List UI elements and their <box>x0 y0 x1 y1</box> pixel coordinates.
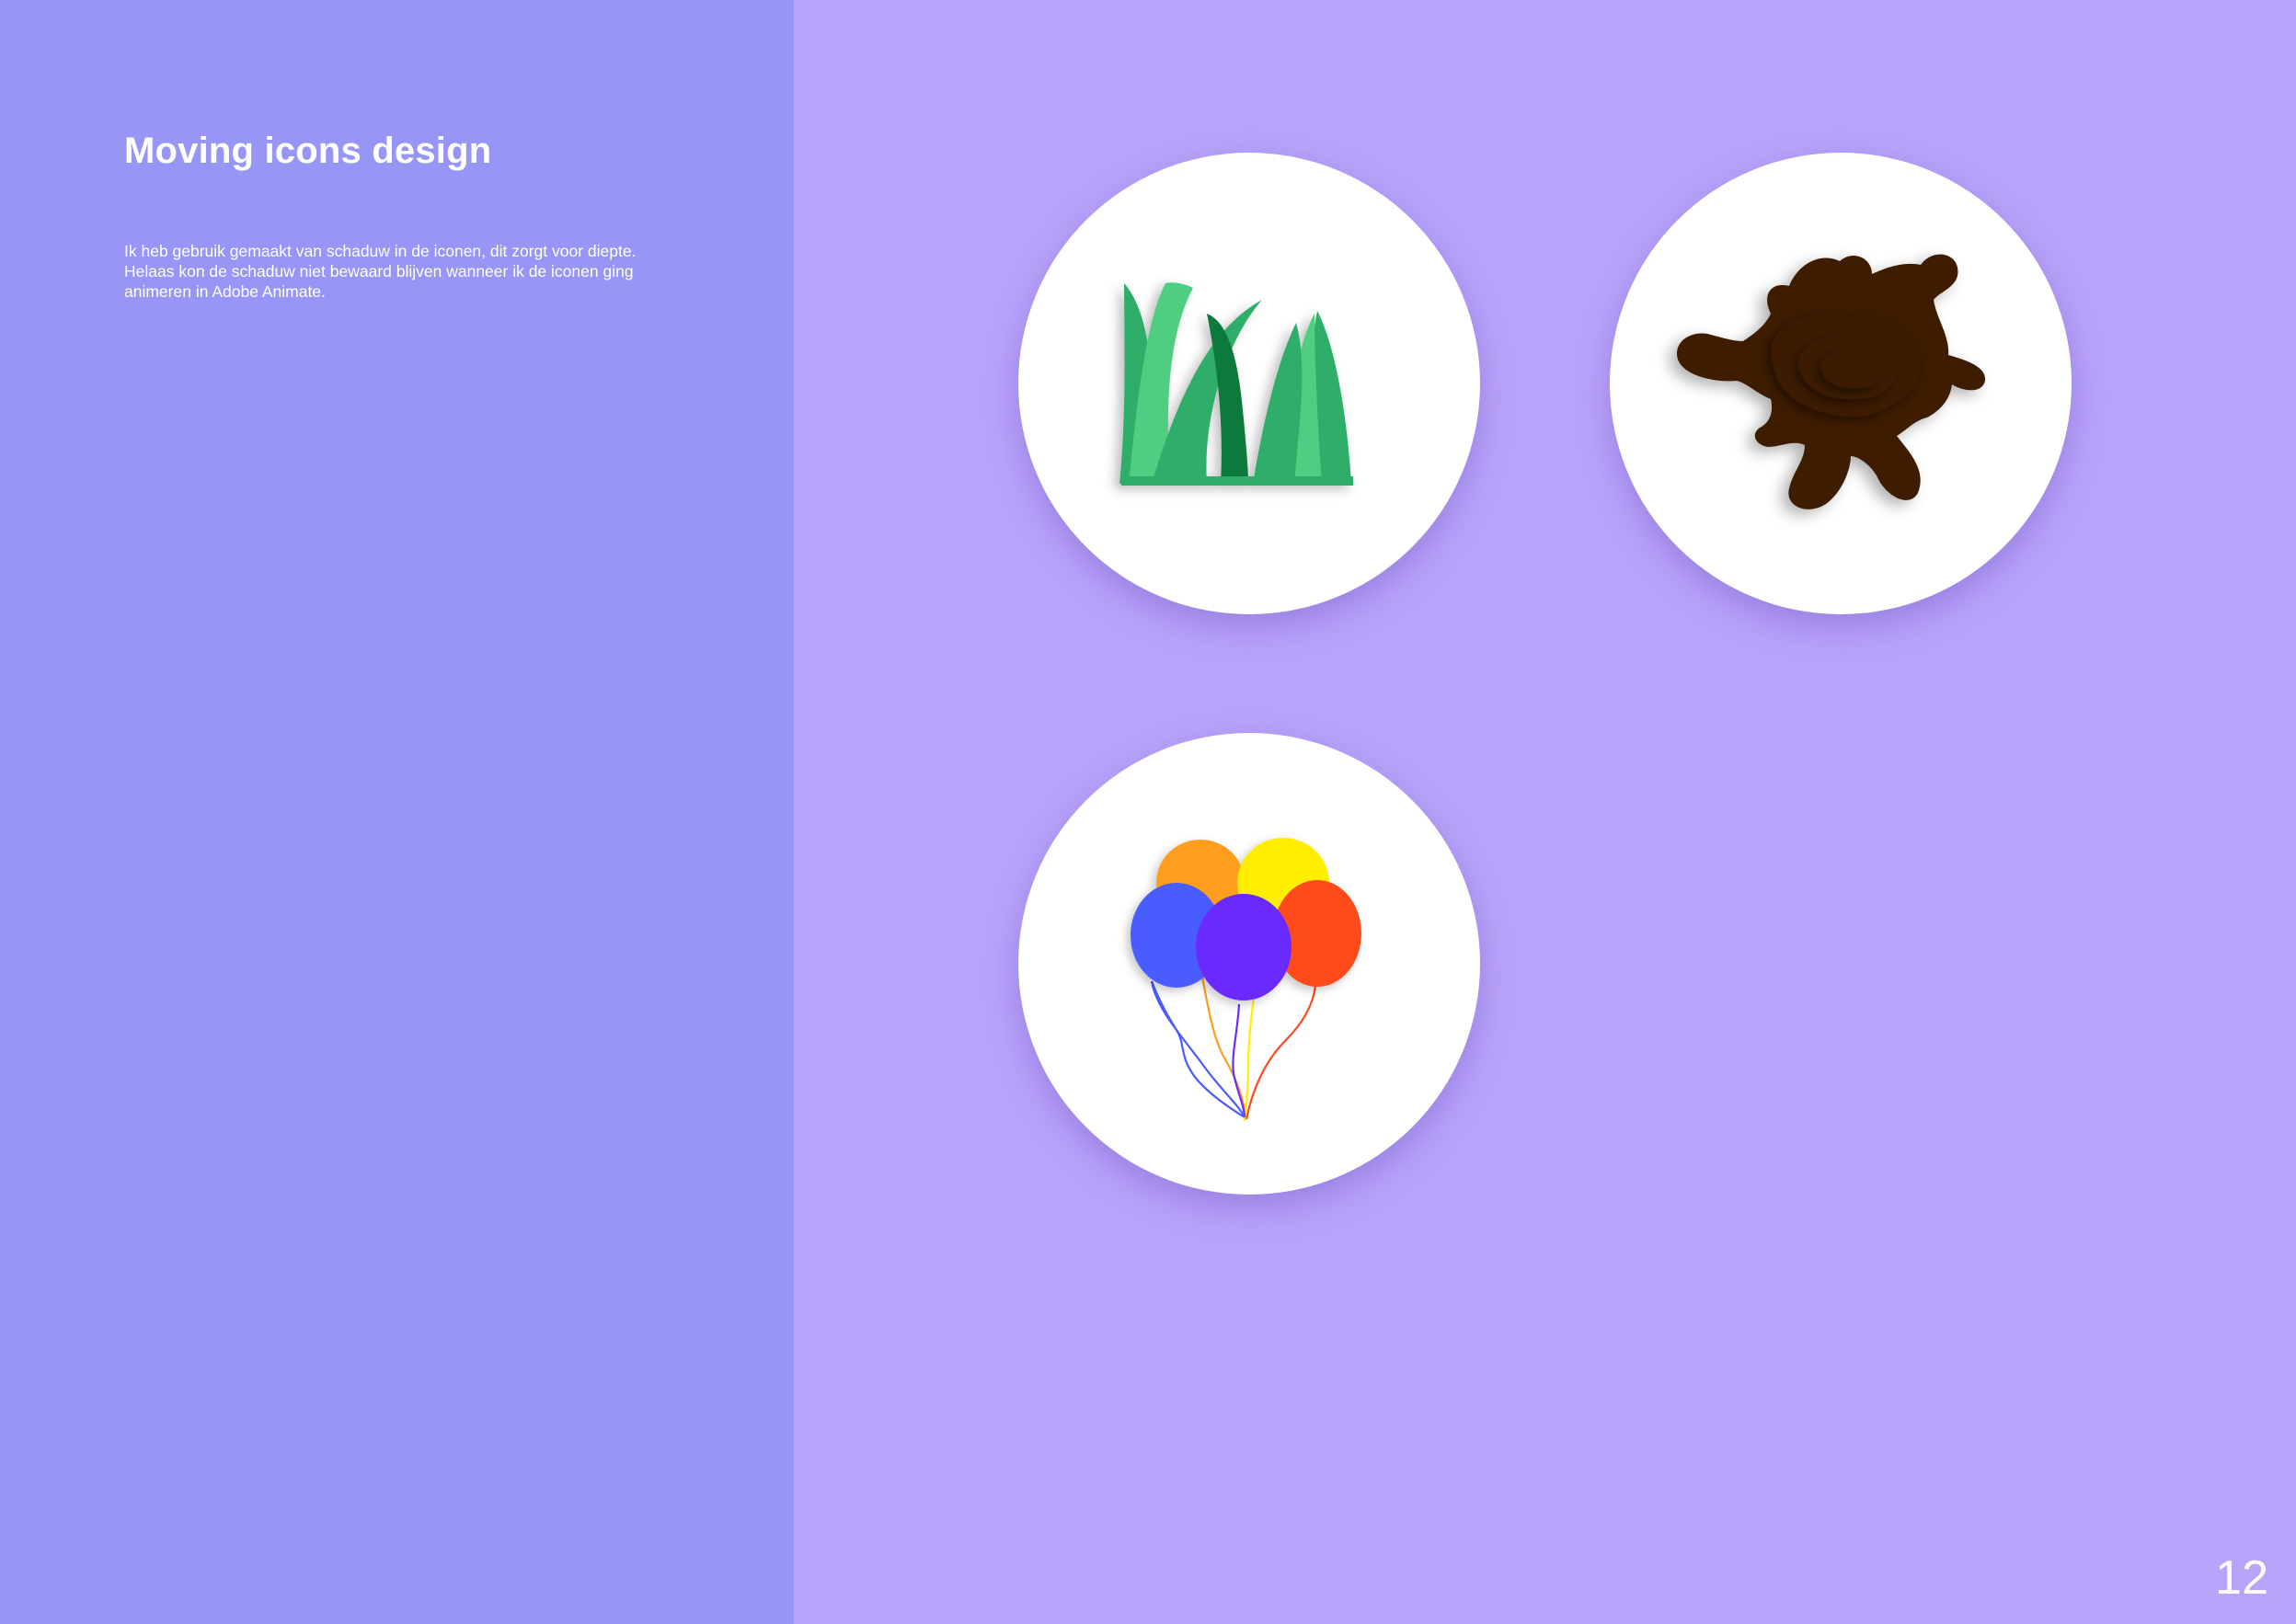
description-line: animeren in Adobe Animate. <box>124 282 326 301</box>
grass-icon <box>1119 282 1353 486</box>
balloons-icon-circle <box>1018 733 1480 1195</box>
page-number: 12 <box>2215 1551 2268 1605</box>
left-panel: Moving icons design Ik heb gebruik gemaa… <box>0 0 794 1624</box>
balloons-icon <box>1131 838 1361 1122</box>
description-line: Ik heb gebruik gemaakt van schaduw in de… <box>124 242 637 260</box>
description-line: Helaas kon de schaduw niet bewaard blijv… <box>124 262 634 280</box>
page-title: Moving icons design <box>124 131 492 171</box>
mud-splash-icon <box>1676 254 1986 509</box>
description: Ik heb gebruik gemaakt van schaduw in de… <box>124 241 713 302</box>
mud-icon-circle <box>1610 153 2072 614</box>
grass-icon-circle <box>1018 153 1480 614</box>
